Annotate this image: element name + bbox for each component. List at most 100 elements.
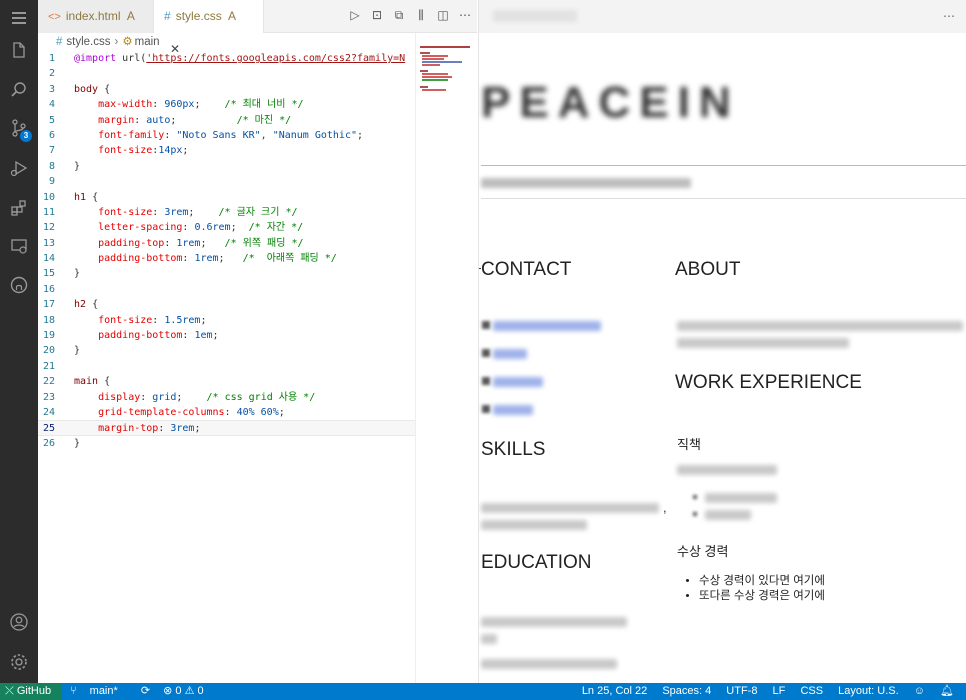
extensions-icon[interactable]	[9, 198, 29, 218]
bullet	[693, 512, 697, 516]
code-line[interactable]: 9	[38, 174, 415, 189]
encoding[interactable]: UTF-8	[726, 685, 757, 697]
notifications-bell-icon[interactable]: 🔔︎	[940, 685, 954, 697]
code-line[interactable]: 26}	[38, 436, 415, 451]
code-line[interactable]: 18 font-size: 1.5rem;	[38, 313, 415, 328]
run-icon[interactable]: ▷	[348, 8, 362, 22]
more-actions-icon[interactable]: ⋯	[943, 9, 955, 23]
code-line[interactable]: 2	[38, 66, 415, 81]
account-icon[interactable]	[9, 612, 29, 632]
line-number: 4	[48, 99, 55, 111]
line-number: 24	[42, 406, 55, 418]
remote-explorer-icon[interactable]	[9, 236, 29, 256]
code-line[interactable]: 15}	[38, 266, 415, 281]
explorer-icon[interactable]	[9, 40, 29, 60]
code-text: font-family: "Noto Sans KR", "Nanum Goth…	[98, 129, 364, 141]
editor-scroll-divider	[415, 33, 416, 683]
activity-bar: 3	[0, 0, 38, 683]
more-actions-icon[interactable]: ⋯	[458, 8, 472, 22]
section-education: EDUCATION	[481, 552, 592, 573]
code-text: @import url('https://fonts.googleapis.co…	[74, 53, 406, 64]
code-line[interactable]: 3 body {	[38, 82, 415, 97]
branch-indicator[interactable]: ⑂ main*	[70, 685, 128, 697]
minimap[interactable]	[418, 44, 474, 94]
job-item-blurred	[705, 510, 751, 520]
education-text-blurred	[481, 617, 627, 627]
tab-git-status: A	[228, 9, 236, 23]
code-line[interactable]: 19 padding-bottom: 1em;	[38, 328, 415, 343]
tab-label: style.css	[175, 9, 222, 23]
section-skills: SKILLS	[481, 439, 546, 460]
contact-link-blurred[interactable]	[493, 321, 601, 331]
chevron-right-icon: ›	[114, 36, 119, 48]
contact-link-blurred[interactable]	[493, 405, 533, 415]
contact-icon	[482, 321, 490, 329]
indentation[interactable]: Spaces: 4	[662, 685, 711, 697]
education-text-blurred	[481, 634, 497, 644]
code-line[interactable]: 20}	[38, 343, 415, 358]
compare-icon[interactable]: ⧉	[392, 8, 406, 22]
code-line[interactable]: 25 margin-top: 3rem;	[38, 420, 415, 436]
line-number: 26	[42, 437, 55, 449]
skills-text-blurred	[481, 503, 659, 513]
contact-icon	[482, 405, 490, 413]
settings-gear-icon[interactable]	[9, 652, 29, 672]
problems-indicator[interactable]: ⊗ 0 ⚠ 0	[163, 685, 203, 697]
sync-icon[interactable]: ⟳	[141, 685, 150, 697]
code-line[interactable]: 4 max-width: 960px; /* 최대 너비 */	[38, 97, 415, 112]
code-line[interactable]: 23 display: grid; /* css grid 사용 */	[38, 390, 415, 405]
code-text: display: grid; /* css grid 사용 */	[98, 391, 316, 403]
menu-icon[interactable]	[9, 8, 29, 28]
breadcrumb-symbol[interactable]: main	[135, 36, 160, 48]
code-text: font-size: 1.5rem;	[98, 314, 207, 326]
line-number: 12	[42, 222, 55, 234]
split-editor-icon[interactable]: ◫	[436, 8, 450, 22]
code-line[interactable]: 22 main {	[38, 374, 415, 389]
editor-actions: ▷ ⊡ ⧉ ⫼ ◫ ⋯	[348, 8, 472, 26]
code-line[interactable]: 6 font-family: "Noto Sans KR", "Nanum Go…	[38, 128, 415, 143]
code-line[interactable]: 7 font-size:14px;	[38, 143, 415, 158]
language-mode[interactable]: CSS	[800, 685, 823, 697]
code-editor[interactable]: 1 @import url('https://fonts.googleapis.c…	[38, 51, 415, 451]
search-icon[interactable]	[9, 80, 29, 100]
preview-tab-title-blurred[interactable]	[493, 10, 577, 22]
code-line[interactable]: 14 padding-bottom: 1rem; /* 아래쪽 패딩 */	[38, 251, 415, 266]
preview-divider	[481, 198, 966, 199]
code-text: padding-bottom: 1rem; /* 아래쪽 패딩 */	[98, 253, 337, 265]
remote-indicator[interactable]: ⤬ GitHub	[0, 683, 62, 700]
contact-icon	[482, 349, 490, 357]
tab-label: index.html	[65, 9, 121, 23]
code-text: font-size: 3rem; /* 글자 크기 */	[98, 206, 298, 218]
code-line[interactable]: 8}	[38, 159, 415, 174]
keyboard-layout[interactable]: Layout: U.S.	[838, 685, 899, 697]
feedback-icon[interactable]: ☺	[914, 685, 925, 697]
tab-style-css[interactable]: # style.css A ✕	[154, 0, 264, 56]
code-line[interactable]: 10 h1 {	[38, 190, 415, 205]
breadcrumb-file[interactable]: style.css	[66, 36, 110, 48]
about-text-blurred	[677, 321, 963, 331]
code-line[interactable]: 17 h2 {	[38, 297, 415, 312]
css-file-icon: #	[164, 9, 171, 23]
run-debug-icon[interactable]	[9, 158, 29, 178]
status-bar: ⤬ GitHub ⑂ main* ⟳ ⊗ 0 ⚠ 0 Ln 25, Col 22…	[0, 683, 966, 700]
line-number: 25	[42, 423, 55, 435]
library-icon[interactable]: ⫼	[414, 8, 428, 22]
code-line[interactable]: 16	[38, 282, 415, 297]
bullet	[693, 495, 697, 499]
open-preview-icon[interactable]: ⊡	[370, 8, 384, 22]
section-work-experience: WORK EXPERIENCE	[675, 372, 862, 393]
cursor-position[interactable]: Ln 25, Col 22	[582, 685, 647, 697]
code-line[interactable]: 5 margin: auto; /* 마진 */	[38, 113, 415, 128]
code-line[interactable]: 24 grid-template-columns: 40% 60%;	[38, 405, 415, 420]
code-line[interactable]: 1 @import url('https://fonts.googleapis.c…	[38, 51, 415, 66]
code-line[interactable]: 13 padding-top: 1rem; /* 위쪽 패딩 */	[38, 236, 415, 251]
code-line[interactable]: 21	[38, 359, 415, 374]
code-line[interactable]: 12 letter-spacing: 0.6rem; /* 자간 */	[38, 220, 415, 235]
github-icon[interactable]	[9, 275, 29, 295]
code-line[interactable]: 11 font-size: 3rem; /* 글자 크기 */	[38, 205, 415, 220]
live-preview-pane[interactable]: ⋯ PEACEIN CONTACT ABOUT WORK EXPERIENCE …	[478, 0, 966, 683]
tab-index-html[interactable]: <> index.html A	[38, 0, 154, 33]
contact-link-blurred[interactable]	[493, 377, 543, 387]
end-of-line[interactable]: LF	[773, 685, 786, 697]
contact-link-blurred[interactable]	[493, 349, 527, 359]
